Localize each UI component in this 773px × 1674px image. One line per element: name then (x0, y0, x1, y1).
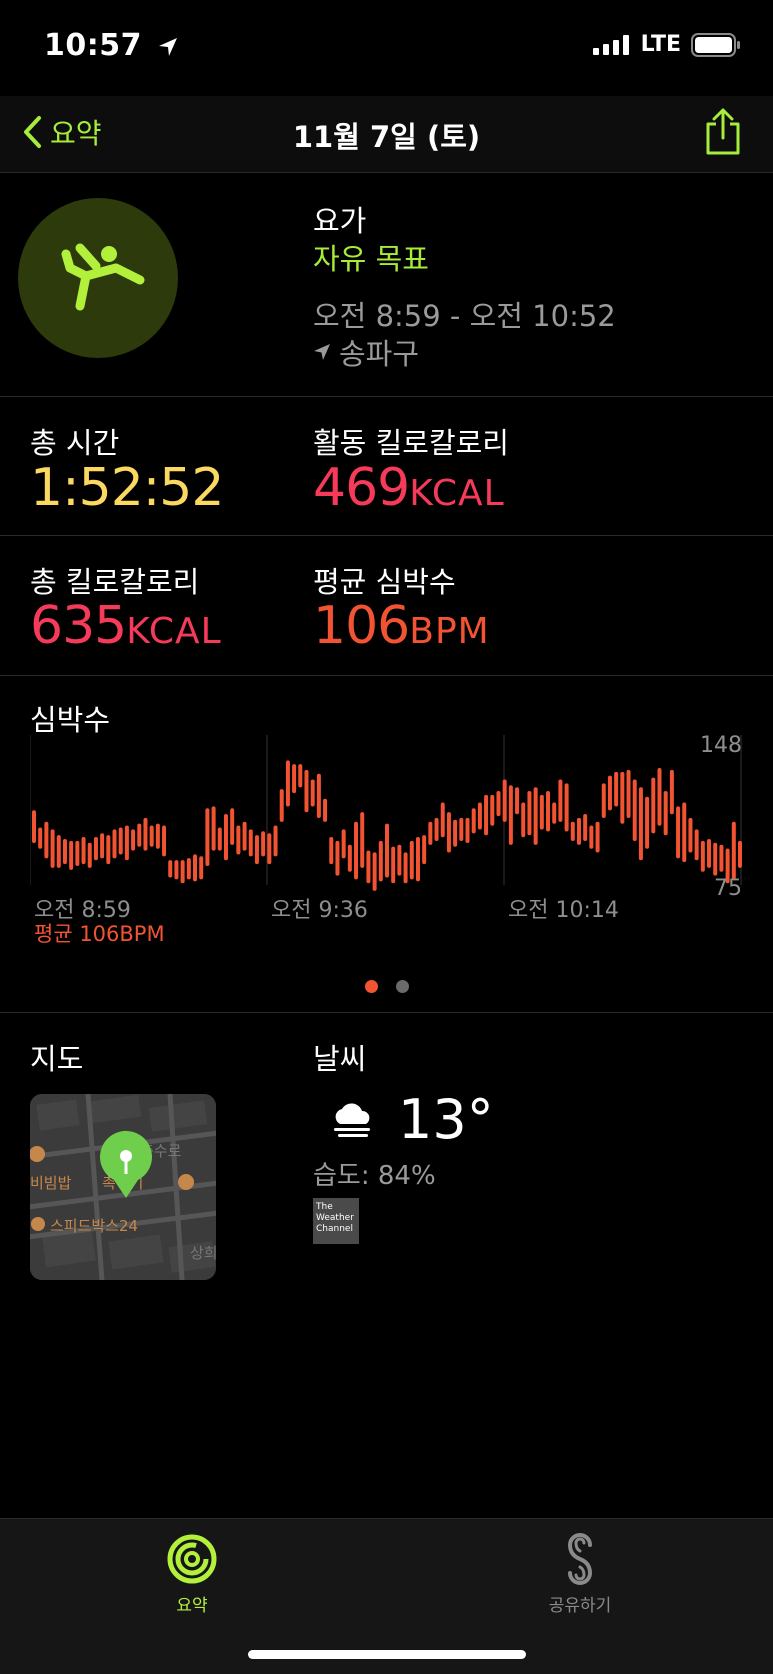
heart-rate-chart[interactable]: 148 75 (30, 735, 744, 915)
yoga-icon (61, 243, 145, 311)
status-time: 10:57 (44, 28, 179, 63)
chart-max-label: 148 (700, 735, 742, 758)
avg-hr-label: 평균 심박수 (313, 565, 456, 599)
map-thumbnail[interactable]: 충수로 비빔밥 촉하기 스피드박스24 상희 (30, 1094, 216, 1280)
map-label-poi: 스피드박스24 (50, 1217, 138, 1235)
divider (0, 675, 773, 676)
store-icon (31, 1217, 45, 1231)
activity-rings-icon (167, 1534, 217, 1584)
avg-heart-rate-label: 평균 106BPM (34, 922, 165, 946)
avg-hr: 106BPM (313, 596, 490, 656)
active-kcal-label: 활동 킬로칼로리 (313, 426, 509, 460)
page-dot-active[interactable] (364, 980, 378, 993)
share-button[interactable] (703, 106, 743, 160)
weather-temperature: 13° (398, 1088, 494, 1151)
sharing-icon (567, 1533, 593, 1585)
map-title: 지도 (30, 1042, 84, 1076)
active-kcal-value: 469 (313, 458, 410, 518)
tab-sharing[interactable]: 공유하기 (530, 1533, 630, 1616)
battery-icon (691, 32, 740, 57)
chart-time-label: 오전 10:14 (508, 898, 619, 923)
total-kcal-unit: KCAL (126, 611, 222, 652)
chart-time-label: 오전 9:36 (271, 898, 368, 923)
workout-icon-badge (18, 198, 178, 358)
page-dot[interactable] (395, 980, 409, 993)
cellular-signal-icon (592, 34, 629, 55)
workout-location: 송파구 (313, 331, 419, 373)
active-kcal: 469KCAL (313, 458, 505, 518)
status-time-text: 10:57 (44, 28, 142, 63)
page-title: 11월 7일 (토) (292, 120, 481, 154)
total-time-label: 총 시간 (30, 426, 120, 460)
avg-hr-value: 106 (313, 596, 410, 656)
restaurant-icon (178, 1174, 194, 1190)
avg-hr-unit: BPM (409, 611, 490, 652)
location-arrow-icon (314, 344, 330, 360)
network-type: LTE (640, 32, 681, 57)
divider (0, 535, 773, 536)
total-time-value: 1:52:52 (30, 458, 224, 518)
tab-summary[interactable]: 요약 (150, 1533, 234, 1616)
weather-humidity: 습도: 84% (313, 1161, 436, 1191)
map-label-poi: 비빔밥 (30, 1174, 72, 1192)
share-icon (706, 108, 740, 155)
status-indicators: LTE (592, 32, 741, 57)
workout-time-range: 오전 8:59 - 오전 10:52 (313, 299, 616, 333)
total-kcal: 635KCAL (30, 596, 222, 656)
weather-channel-logo: The Weather Channel (313, 1198, 359, 1244)
location-arrow-icon (158, 37, 177, 56)
map-background: 충수로 비빔밥 촉하기 스피드박스24 상희 (30, 1094, 216, 1280)
divider (0, 396, 773, 397)
chart-min-label: 75 (714, 876, 742, 901)
cloud-fog-icon (334, 1103, 370, 1137)
heart-rate-title: 심박수 (30, 703, 111, 737)
divider (0, 1012, 773, 1013)
map-label-area: 상희 (190, 1244, 216, 1262)
home-indicator (248, 1650, 526, 1659)
tab-sharing-label: 공유하기 (548, 1596, 612, 1616)
total-kcal-label: 총 킬로칼로리 (30, 565, 200, 599)
total-kcal-value: 635 (30, 596, 127, 656)
active-kcal-unit: KCAL (409, 473, 505, 514)
page-indicator[interactable] (0, 980, 773, 993)
workout-location-text: 송파구 (339, 337, 420, 371)
navigation-bar: 요약 11월 7일 (토) (0, 96, 773, 173)
chart-bars (32, 760, 742, 891)
weather-title: 날씨 (313, 1042, 367, 1076)
tab-summary-label: 요약 (176, 1596, 208, 1616)
workout-goal: 자유 목표 (313, 242, 429, 276)
workout-name: 요가 (313, 204, 367, 238)
